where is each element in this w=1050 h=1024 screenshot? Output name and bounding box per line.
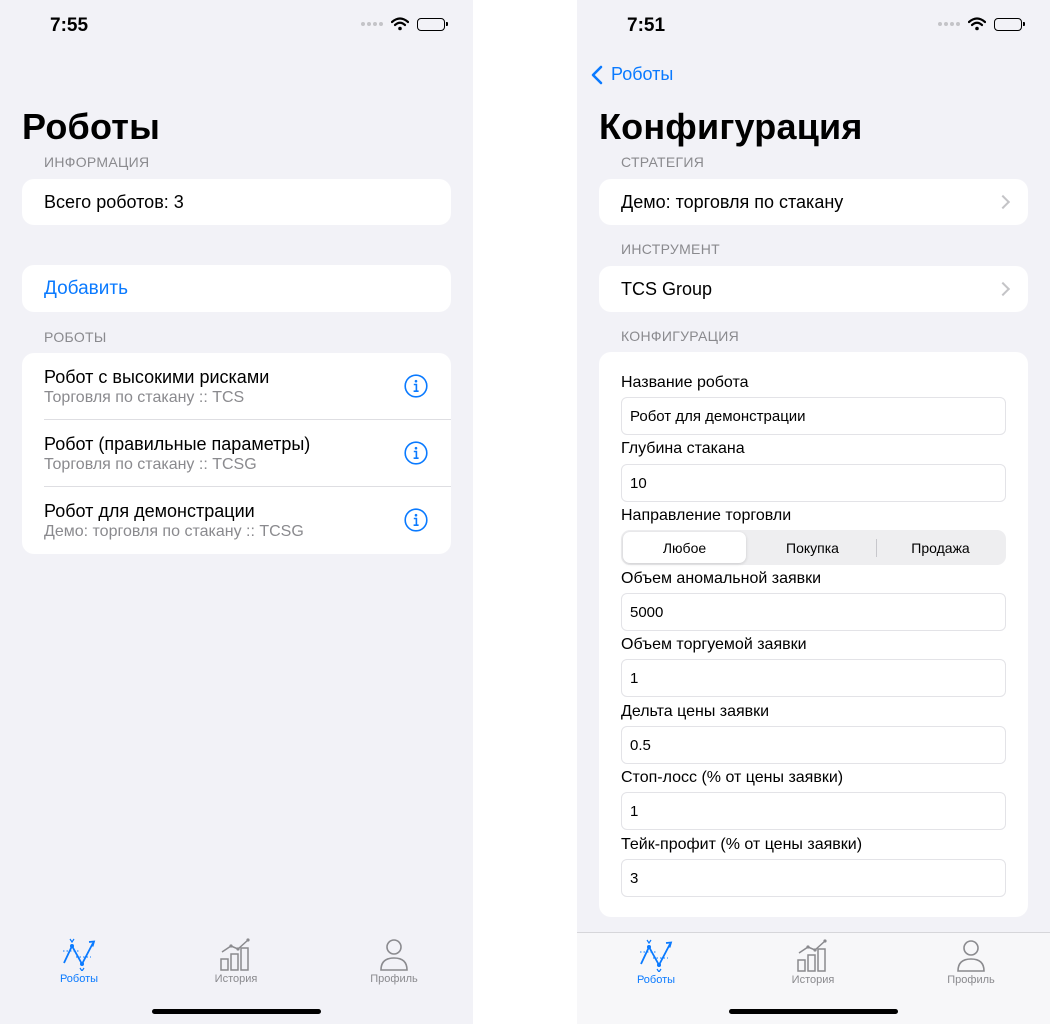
segment-any[interactable]: Любое	[623, 532, 746, 563]
status-time: 7:51	[627, 15, 666, 36]
tab-robots[interactable]: Роботы	[19, 932, 139, 985]
battery-icon	[417, 17, 448, 31]
battery-icon	[994, 17, 1025, 31]
segment-buy[interactable]: Покупка	[751, 532, 874, 563]
tab-history[interactable]: История	[176, 932, 296, 985]
robots-list: Робот с высокими рисками Торговля по ста…	[22, 353, 451, 554]
tab-label: Профиль	[947, 974, 995, 986]
field-label-stop-loss: Стоп-лосс (% от цены заявки)	[621, 769, 844, 786]
section-header-strategy: СТРАТЕГИЯ	[621, 154, 705, 170]
instrument-value: TCS Group	[621, 279, 713, 299]
chevron-right-icon	[995, 194, 1011, 210]
depth-input[interactable]: 10	[621, 464, 1006, 502]
status-icons	[938, 17, 1025, 31]
segment-divider	[876, 539, 877, 557]
direction-segmented-control: Любое Покупка Продажа	[621, 530, 1006, 565]
config-form: Название робота Робот для демонстрации Г…	[599, 352, 1028, 917]
signal-icon	[938, 22, 960, 26]
page-title: Роботы	[22, 106, 161, 147]
robot-subtitle: Торговля по стакану :: TCS	[44, 389, 245, 406]
tab-label: История	[214, 973, 258, 985]
trade-volume-input[interactable]: 1	[621, 659, 1006, 697]
history-bars-icon	[220, 938, 250, 971]
info-icon[interactable]	[404, 508, 428, 532]
total-robots-label: Всего роботов: 3	[44, 192, 184, 212]
strategy-row[interactable]: Демо: торговля по стакану	[599, 179, 1028, 225]
signal-icon	[361, 22, 383, 26]
robot-name-input[interactable]: Робот для демонстрации	[621, 397, 1006, 435]
field-label-price-delta: Дельта цены заявки	[621, 703, 770, 720]
robot-name: Робот с высокими рисками	[44, 367, 270, 387]
home-indicator[interactable]	[729, 1009, 898, 1014]
stop-loss-input[interactable]: 1	[621, 792, 1006, 830]
wifi-icon	[968, 17, 986, 31]
take-profit-input[interactable]: 3	[621, 859, 1006, 897]
section-header-info: ИНФОРМАЦИЯ	[44, 154, 150, 170]
field-label-robot-name: Название робота	[621, 374, 749, 391]
robot-row[interactable]: Робот для демонстрации Демо: торговля по…	[22, 487, 451, 554]
section-header-config: КОНФИГУРАЦИЯ	[621, 328, 740, 344]
strategy-value: Демо: торговля по стакану	[621, 192, 844, 212]
robot-subtitle: Демо: торговля по стакану :: TCSG	[44, 523, 304, 540]
instrument-row[interactable]: TCS Group	[599, 266, 1028, 312]
tab-label: История	[791, 974, 835, 986]
tab-label: Роботы	[636, 974, 676, 986]
tab-label: Роботы	[59, 973, 99, 985]
field-label-depth: Глубина стакана	[621, 440, 745, 457]
robot-subtitle: Торговля по стакану :: TCSG	[44, 456, 257, 473]
section-header-robots: РОБОТЫ	[44, 329, 107, 345]
section-header-instrument: ИНСТРУМЕНТ	[621, 241, 720, 257]
configuration-screen: 7:51 Роботы Конфигурация СТРАТЕГИЯ Демо:…	[577, 0, 1050, 1024]
info-card: Всего роботов: 3	[22, 179, 451, 225]
info-icon[interactable]	[404, 441, 428, 465]
status-icons	[361, 17, 448, 31]
add-robot-button[interactable]: Добавить	[22, 265, 451, 312]
field-label-trade-volume: Объем торгуемой заявки	[621, 636, 807, 653]
robots-screen: 7:55 Роботы ИНФОРМАЦИЯ Всего роботов: 3 …	[0, 0, 473, 1024]
robots-chart-icon	[640, 939, 673, 972]
add-robot-label: Добавить	[44, 278, 128, 299]
chevron-right-icon	[995, 281, 1011, 297]
tab-robots[interactable]: Роботы	[596, 933, 716, 986]
chevron-left-icon	[591, 65, 603, 84]
field-label-take-profit: Тейк-профит (% от цены заявки)	[621, 836, 863, 853]
field-label-direction: Направление торговли	[621, 507, 792, 524]
status-time: 7:55	[50, 15, 89, 36]
profile-person-icon	[380, 939, 408, 971]
robot-row[interactable]: Робот (правильные параметры) Торговля по…	[22, 420, 451, 487]
info-icon[interactable]	[404, 374, 428, 398]
field-label-anomalous-volume: Объем аномальной заявки	[621, 570, 822, 587]
page-title: Конфигурация	[599, 106, 863, 147]
segment-sell[interactable]: Продажа	[879, 532, 1002, 563]
price-delta-input[interactable]: 0.5	[621, 726, 1006, 764]
robot-name: Робот (правильные параметры)	[44, 434, 311, 454]
tab-profile[interactable]: Профиль	[334, 932, 454, 985]
tab-history[interactable]: История	[753, 933, 873, 986]
tab-label: Профиль	[370, 973, 418, 985]
back-button[interactable]: Роботы	[591, 64, 673, 85]
robot-name: Робот для демонстрации	[44, 501, 255, 521]
history-bars-icon	[797, 939, 827, 972]
robots-chart-icon	[63, 938, 96, 971]
home-indicator[interactable]	[152, 1009, 321, 1014]
anomalous-volume-input[interactable]: 5000	[621, 593, 1006, 631]
back-label: Роботы	[611, 64, 674, 84]
wifi-icon	[391, 17, 409, 31]
profile-person-icon	[957, 940, 985, 972]
robot-row[interactable]: Робот с высокими рисками Торговля по ста…	[22, 353, 451, 420]
tab-profile[interactable]: Профиль	[911, 933, 1031, 986]
